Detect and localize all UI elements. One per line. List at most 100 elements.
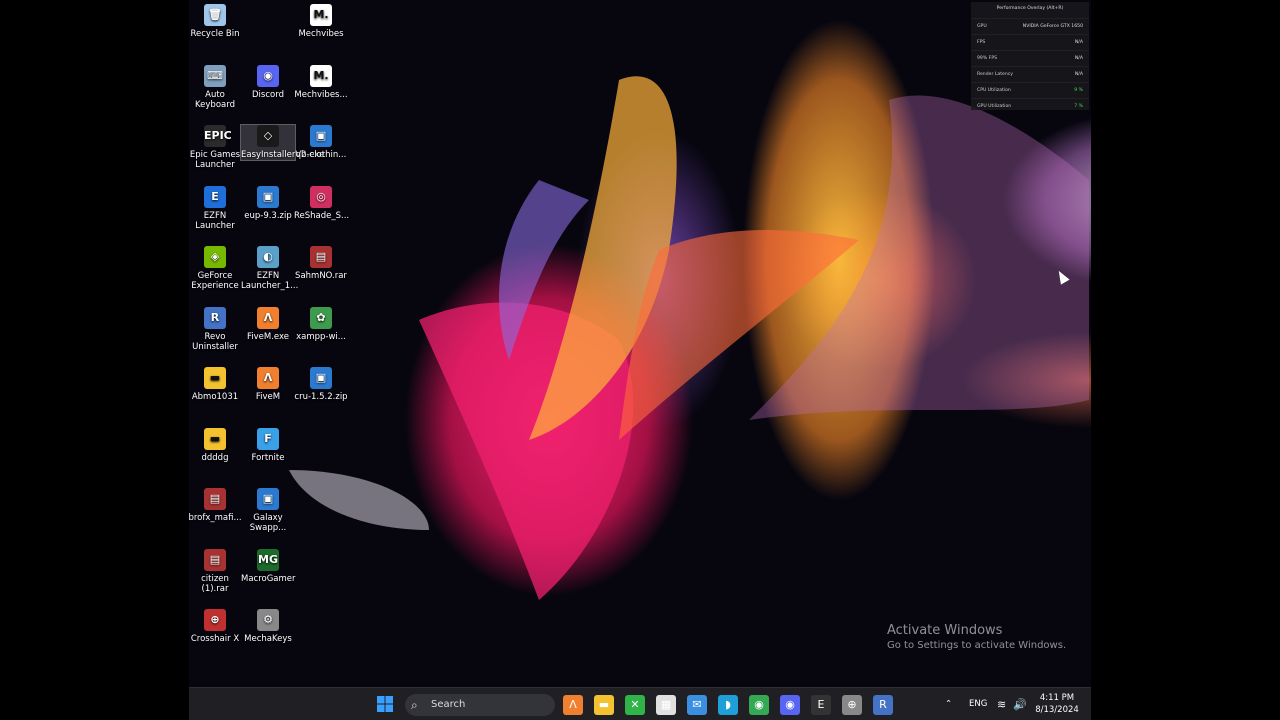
desktop-icon[interactable]: ◎ ReShade_S... <box>294 185 349 221</box>
desktop-icon-label: EZFN Launcher_1... <box>241 271 299 291</box>
desktop-icon-label: Auto Keyboard <box>195 89 235 110</box>
desktop-icon[interactable]: R Revo Uninstaller <box>189 306 242 352</box>
desktop-icon[interactable]: ✿ xampp-wi... <box>294 306 348 342</box>
clock[interactable]: 4:11 PM 8/13/2024 <box>1029 692 1085 716</box>
desktop-icon[interactable]: ▤ citizen (1).rar <box>189 548 242 594</box>
desktop-icon[interactable]: ◈ GeForce Experience <box>189 246 242 291</box>
desktop-icon-glyph: ⌨ <box>204 64 226 87</box>
desktop-icon[interactable]: M. Mechvibes... <box>294 64 348 100</box>
taskbar-app-chrome-icon[interactable]: ◉ <box>749 695 769 715</box>
desktop-icon-glyph: 🗑 <box>204 4 226 26</box>
desktop-icon[interactable]: 🗑 Recycle Bin <box>189 4 242 39</box>
overlay-value: NVIDIA GeForce GTX 1650 <box>1022 24 1083 29</box>
desktop-icon[interactable]: M. Mechvibes <box>294 4 348 39</box>
desktop-icon-glyph: ⊕ <box>204 609 226 631</box>
taskbar-search[interactable]: ⌕ Search <box>405 694 555 716</box>
desktop-icon-glyph: MG <box>257 548 279 571</box>
overlay-row: FPS N/A <box>971 34 1089 50</box>
taskbar-app-xbox-icon[interactable]: ✕ <box>625 695 645 715</box>
desktop-icon[interactable]: ◉ Discord <box>241 64 295 100</box>
desktop-icon[interactable]: E EZFN Launcher <box>189 185 242 231</box>
desktop-icon-label: Mechvibes... <box>294 89 348 100</box>
taskbar-app-file-explorer-icon[interactable]: ▬ <box>594 695 614 715</box>
taskbar-app-epic-games-icon[interactable]: E <box>811 695 831 715</box>
desktop-icon-label: Fortnite <box>251 452 285 463</box>
taskbar-app-crosshair-icon[interactable]: ⊕ <box>842 695 862 715</box>
desktop-icon-label: qb-clothin... <box>295 150 347 160</box>
desktop-icon-label: ddddg <box>201 452 229 463</box>
desktop-icon-glyph: ▣ <box>257 488 279 510</box>
desktop-icon-label: Galaxy Swapp... <box>249 513 287 533</box>
desktop-icon[interactable]: ▤ brofx_mafi... <box>189 488 242 523</box>
desktop-icon[interactable]: ◐ EZFN Launcher_1... <box>241 246 299 291</box>
overlay-value: N/A <box>1074 56 1083 61</box>
desktop-icon[interactable]: ▬ Abmo1031 <box>189 367 242 402</box>
desktop-icon-glyph: ▣ <box>310 367 332 389</box>
desktop-icon-label: eup-9.3.zip <box>244 210 292 221</box>
taskbar-app-edge-icon[interactable]: ◗ <box>718 695 738 715</box>
desktop-icon-glyph: Λ <box>257 367 279 389</box>
desktop-icon[interactable]: ▬ ddddg <box>189 427 242 463</box>
desktop-icon-glyph: ▤ <box>204 488 226 510</box>
desktop-icon-label: EZFN Launcher <box>195 210 235 231</box>
desktop-icon-label: citizen (1).rar <box>201 573 229 594</box>
desktop-icon-label: Mechvibes <box>298 29 344 39</box>
taskbar-app-discord-icon[interactable]: ◉ <box>780 695 800 715</box>
taskbar-app-mail-icon[interactable]: ✉ <box>687 695 707 715</box>
overlay-row: CPU Utilization 9 % <box>971 82 1089 98</box>
desktop-icon[interactable]: ⌨ Auto Keyboard <box>189 64 242 110</box>
overlay-label: Render Latency <box>977 72 1013 77</box>
desktop-icon-glyph: M. <box>310 64 332 87</box>
desktop-icon-label: Revo Uninstaller <box>192 331 238 352</box>
overlay-label: GPU <box>977 24 987 29</box>
taskbar-app-fivem-icon[interactable]: Λ <box>563 695 583 715</box>
overlay-title: Performance Overlay (Alt+R) <box>996 6 1064 11</box>
desktop-icon-glyph: ▣ <box>257 185 279 208</box>
desktop-icon-label: Epic Games Launcher <box>189 150 241 170</box>
language-indicator[interactable]: ENG <box>969 688 987 720</box>
taskbar-app-revo-icon[interactable]: R <box>873 695 893 715</box>
desktop-icon[interactable]: MG MacroGamer <box>241 548 296 584</box>
start-button[interactable] <box>375 695 395 715</box>
desktop-icon-label: SahmNO.rar <box>295 271 347 281</box>
desktop-icon-glyph: EPIC <box>204 125 232 147</box>
desktop-icon-glyph: ◇ <box>257 125 279 147</box>
desktop-icon[interactable]: ⚙ MechaKeys <box>241 609 295 644</box>
desktop-icon-glyph: ◉ <box>257 64 279 87</box>
overlay-label: GPU Utilization <box>977 104 1012 109</box>
desktop-icon[interactable]: ⊕ Crosshair X <box>189 609 242 644</box>
desktop-icon[interactable]: ▤ SahmNO.rar <box>294 246 348 281</box>
desktop-icon[interactable]: ▣ qb-clothin... <box>294 125 348 160</box>
desktop-icon-glyph: ✿ <box>310 306 332 329</box>
desktop-icon-label: FiveM <box>255 392 281 402</box>
desktop-icon[interactable]: ▣ cru-1.5.2.zip <box>294 367 348 402</box>
desktop-icon-glyph: M. <box>310 4 332 26</box>
desktop-icon-label: MacroGamer <box>241 573 296 584</box>
desktop-icon[interactable]: EPIC Epic Games Launcher <box>189 125 242 170</box>
desktop-icon-label: cru-1.5.2.zip <box>294 392 348 402</box>
overlay-row: GPU Utilization 7 % <box>971 98 1089 114</box>
desktop-icon[interactable]: Λ FiveM.exe <box>241 306 295 342</box>
desktop-icon-label: FiveM.exe <box>246 331 289 342</box>
overlay-row: 99% FPS N/A <box>971 50 1089 66</box>
desktop-icon[interactable]: F Fortnite <box>241 427 295 463</box>
desktop-icon-glyph: ◎ <box>310 185 332 208</box>
desktop-icon-glyph: ◐ <box>257 246 279 268</box>
desktop-icon-label: GeForce Experience <box>191 271 239 291</box>
desktop[interactable]: 🗑 Recycle Bin M. Mechvibes ⌨ Auto Keyboard ◉ Di… <box>189 0 1091 720</box>
desktop-icon[interactable]: ◇ EasyInstallerV2.exe <box>240 124 324 161</box>
desktop-icon-glyph: ▬ <box>204 367 226 389</box>
overlay-value: N/A <box>1074 72 1083 77</box>
volume-icon[interactable]: 🔊 <box>1013 688 1027 720</box>
desktop-icon[interactable]: ▣ Galaxy Swapp... <box>241 488 295 533</box>
taskbar-app-store-icon[interactable]: ▦ <box>656 695 676 715</box>
desktop-icon-label: MechaKeys <box>244 634 292 644</box>
desktop-icon[interactable]: Λ FiveM <box>241 367 295 402</box>
desktop-icon[interactable]: ▣ eup-9.3.zip <box>241 185 295 221</box>
chevron-up-icon[interactable]: ⌃ <box>945 688 952 720</box>
desktop-icon-label: Crosshair X <box>190 634 240 644</box>
search-placeholder: Search <box>431 699 466 710</box>
performance-overlay: Performance Overlay (Alt+R) GPU NVIDIA Ge… <box>971 2 1089 110</box>
clock-time: 4:11 PM <box>1039 693 1075 703</box>
wifi-icon[interactable]: ≋ <box>997 688 1006 720</box>
